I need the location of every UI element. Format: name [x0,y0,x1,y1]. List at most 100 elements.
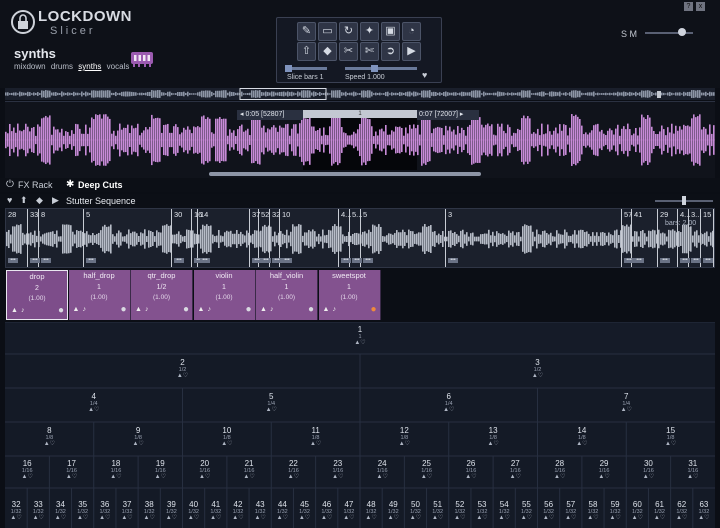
node-actions-icon[interactable]: ▲♡ [538,515,560,521]
tree-node[interactable]: 26 1/16 ▲♡ [449,459,493,480]
slice-cell[interactable]: 4... ••• [339,209,351,267]
node-actions-icon[interactable]: ▲♡ [227,515,249,521]
kit-link-drums[interactable]: drums [51,62,73,71]
node-actions-icon[interactable]: ▲♡ [183,515,205,521]
slice-cell[interactable]: 29 ••• [658,209,678,267]
node-actions-icon[interactable]: ▲♡ [626,441,715,447]
node-actions-icon[interactable]: ▲♡ [582,515,604,521]
node-actions-icon[interactable]: ▲♡ [360,515,382,521]
node-actions-icon[interactable]: ▲♡ [138,515,160,521]
slice-handle-icon[interactable]: ••• [174,258,184,263]
node-actions-icon[interactable]: ▲♡ [183,474,227,480]
music-note-icon[interactable]: ♪ [21,307,25,314]
slice-cell[interactable]: 10 ••• [280,209,339,267]
triangle-icon[interactable]: ▲ [11,307,18,314]
slice-cell[interactable]: 5... ••• [350,209,362,267]
slice-cell[interactable]: 30 ••• [172,209,192,267]
deep-cuts-tab[interactable]: Deep Cuts [78,180,123,190]
music-note-icon[interactable]: ♪ [333,306,337,313]
tree-node[interactable]: 4 1/4 ▲♡ [5,392,183,413]
slice-handle-icon[interactable]: ••• [282,258,292,263]
tree-node[interactable]: 9 1/8 ▲♡ [94,426,183,447]
stutter-zoom-knob[interactable] [682,196,686,205]
slice-handle-icon[interactable]: ••• [448,258,458,263]
pattern-pad[interactable]: violin 1 (1.00) ▲ ♪ ● [193,270,256,320]
tree-node[interactable]: 2 1/2 ▲♡ [5,358,360,379]
scissors-alt-icon[interactable]: ✄ [360,42,379,61]
pattern-pad[interactable]: sweetspot 1 (1.00) ▲ ♪ ● [318,270,381,320]
pin-icon[interactable]: ● [245,304,251,315]
node-actions-icon[interactable]: ▲♡ [693,515,715,521]
tree-node[interactable]: 45 1/32 ▲♡ [293,500,315,521]
music-note-icon[interactable]: ♪ [145,306,149,313]
kit-link-mixdown[interactable]: mixdown [14,62,46,71]
node-actions-icon[interactable]: ▲♡ [515,515,537,521]
stopwatch-icon[interactable]: ◔ [402,22,421,41]
speed-slider[interactable] [345,67,417,70]
node-actions-icon[interactable]: ▲♡ [5,407,183,413]
slice-cell[interactable]: 57 ••• [622,209,634,267]
selection-marker[interactable]: 1 [303,110,417,118]
tree-node[interactable]: 22 1/16 ▲♡ [271,459,315,480]
node-actions-icon[interactable]: ▲♡ [449,441,538,447]
tree-node[interactable]: 1 1 ▲♡ [5,325,715,346]
refresh-icon[interactable]: ↻ [339,22,358,41]
tree-node[interactable]: 55 1/32 ▲♡ [515,500,537,521]
slice-cell[interactable]: 3 ••• [446,209,622,267]
tree-node[interactable]: 59 1/32 ▲♡ [604,500,626,521]
triangle-icon[interactable]: ▲ [73,306,80,313]
tree-node[interactable]: 30 1/16 ▲♡ [626,459,670,480]
tree-node[interactable]: 5 1/4 ▲♡ [183,392,361,413]
node-actions-icon[interactable]: ▲♡ [360,474,404,480]
kit-link-synths[interactable]: synths [78,62,101,71]
pattern-pad[interactable]: half_violin 1 (1.00) ▲ ♪ ● [256,270,318,320]
slice-cell[interactable]: 8 ••• [39,209,84,267]
node-actions-icon[interactable]: ▲♡ [493,474,537,480]
node-actions-icon[interactable]: ▲♡ [271,441,360,447]
arrow-right-circle-icon[interactable]: ➲ [381,42,400,61]
tree-node[interactable]: 57 1/32 ▲♡ [560,500,582,521]
tree-node[interactable]: 48 1/32 ▲♡ [360,500,382,521]
triangle-icon[interactable]: ▲ [323,306,330,313]
tree-node[interactable]: 37 1/32 ▲♡ [116,500,138,521]
node-actions-icon[interactable]: ▲♡ [94,474,138,480]
node-actions-icon[interactable]: ▲♡ [227,474,271,480]
tree-node[interactable]: 54 1/32 ▲♡ [493,500,515,521]
tree-node[interactable]: 63 1/32 ▲♡ [693,500,715,521]
slice-handle-icon[interactable]: ••• [363,258,373,263]
node-actions-icon[interactable]: ▲♡ [626,474,670,480]
node-actions-icon[interactable]: ▲♡ [560,515,582,521]
node-actions-icon[interactable]: ▲♡ [382,515,404,521]
fx-rack-tab[interactable]: FX Rack [18,180,53,190]
node-actions-icon[interactable]: ▲♡ [160,515,182,521]
heart-icon[interactable]: ♥ [422,70,427,80]
sm-slider-knob[interactable] [678,28,686,36]
tree-node[interactable]: 46 1/32 ▲♡ [316,500,338,521]
tree-node[interactable]: 7 1/4 ▲♡ [538,392,716,413]
help-button[interactable]: ? [684,2,693,11]
tree-node[interactable]: 60 1/32 ▲♡ [626,500,648,521]
node-actions-icon[interactable]: ▲♡ [5,474,49,480]
node-actions-icon[interactable]: ▲♡ [5,340,715,346]
slice-cell[interactable]: 5 ••• [361,209,446,267]
tree-node[interactable]: 62 1/32 ▲♡ [671,500,693,521]
slice-handle-icon[interactable]: ••• [703,258,713,263]
tree-node[interactable]: 14 1/8 ▲♡ [538,426,627,447]
node-actions-icon[interactable]: ▲♡ [183,407,361,413]
tree-node[interactable]: 25 1/16 ▲♡ [404,459,448,480]
node-actions-icon[interactable]: ▲♡ [293,515,315,521]
node-actions-icon[interactable]: ▲♡ [316,515,338,521]
slice-handle-icon[interactable]: ••• [634,258,644,263]
tree-node[interactable]: 42 1/32 ▲♡ [227,500,249,521]
slice-cell[interactable]: 4... ••• [678,209,690,267]
eraser-icon[interactable]: ◆ [318,42,337,61]
slice-cell[interactable]: 52 ••• [259,209,271,267]
edit-icon[interactable]: ✎ [297,22,316,41]
tree-node[interactable]: 41 1/32 ▲♡ [205,500,227,521]
play-small-icon[interactable]: ▶ [52,195,59,206]
tree-node[interactable]: 61 1/32 ▲♡ [648,500,670,521]
slice-cell[interactable]: 15 ••• [701,209,714,267]
pin-icon[interactable]: ● [58,305,64,316]
pattern-pad[interactable]: qtr_drop 1/2 (1.00) ▲ ♪ ● [131,270,193,320]
triangle-icon[interactable]: ▲ [135,306,142,313]
